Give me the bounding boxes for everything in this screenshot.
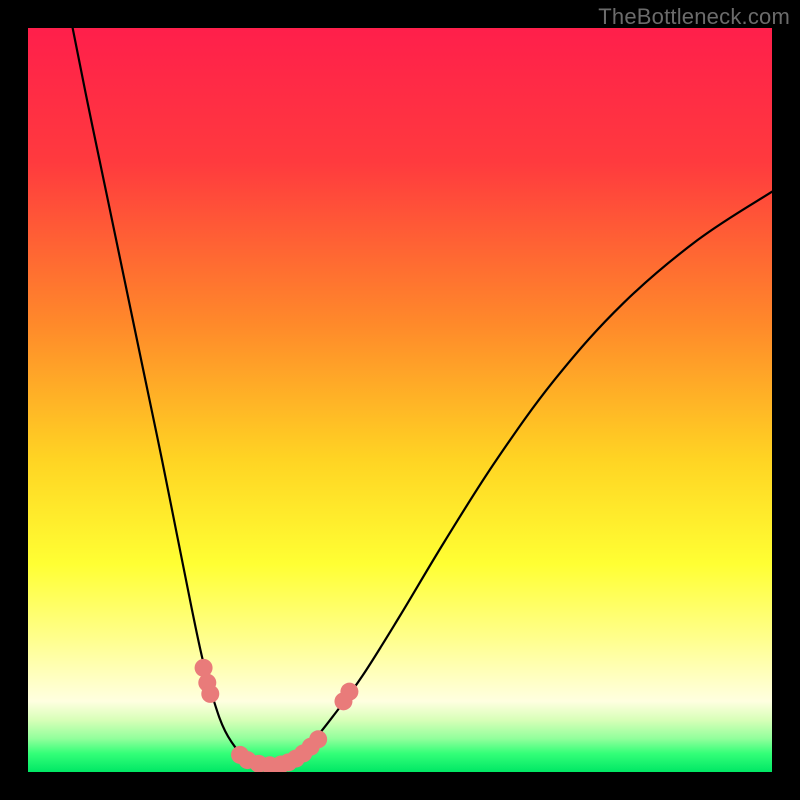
chart-svg: [28, 28, 772, 772]
plot-area: [28, 28, 772, 772]
data-point: [340, 683, 358, 701]
data-point: [309, 730, 327, 748]
data-point: [201, 685, 219, 703]
chart-frame: TheBottleneck.com: [0, 0, 800, 800]
gradient-background: [28, 28, 772, 772]
watermark-text: TheBottleneck.com: [598, 4, 790, 30]
